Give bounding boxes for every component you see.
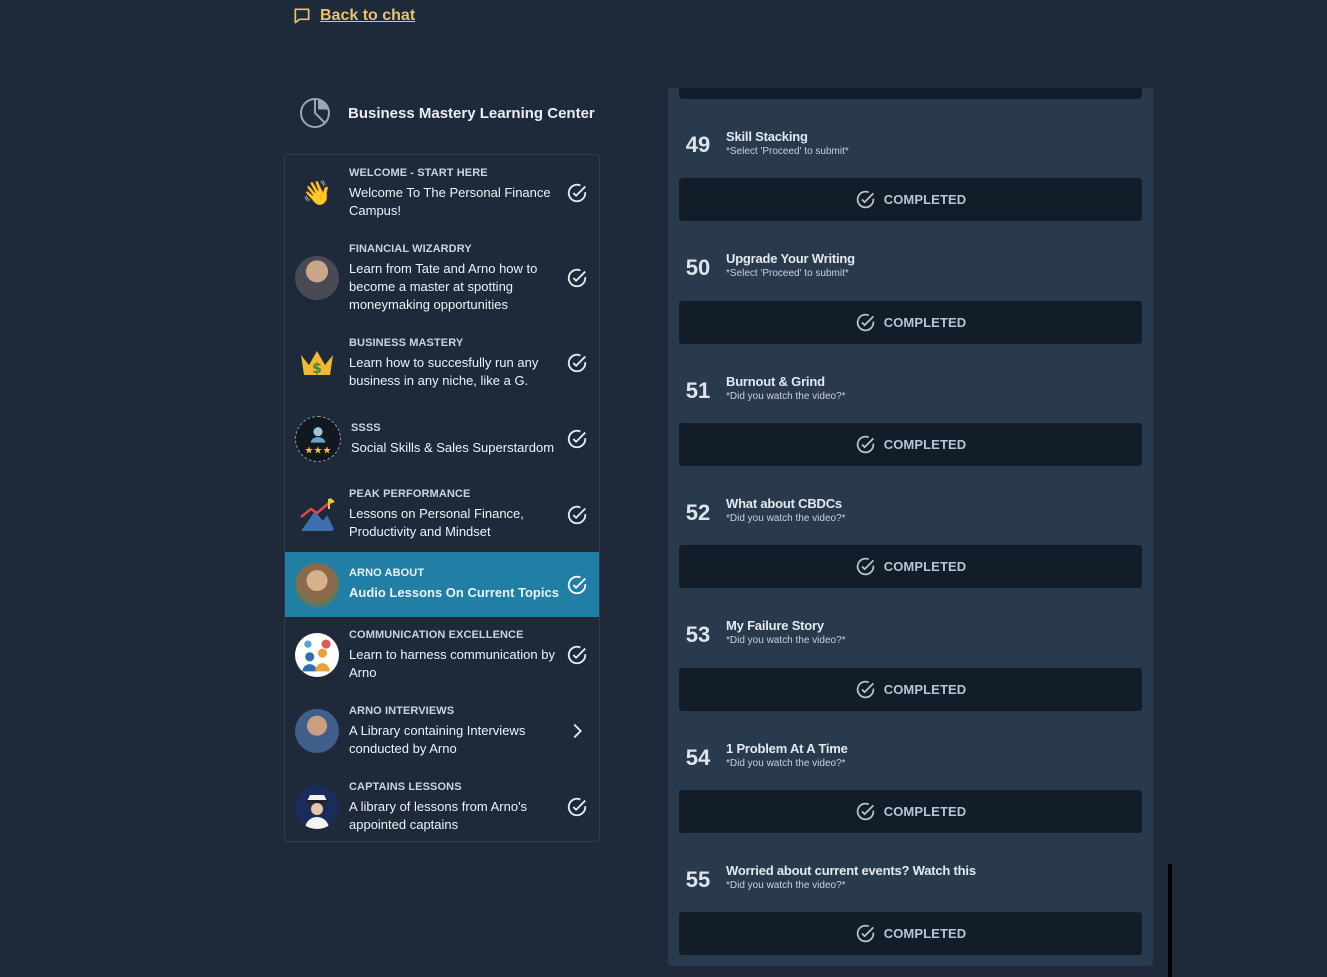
completed-button[interactable]: COMPLETED [679,545,1142,588]
course-desc: Social Skills & Sales Superstardom [351,439,555,455]
scrollbar-thumb[interactable] [1168,864,1172,977]
chat-bubble-icon [294,8,310,24]
lesson-number: 51 [685,378,711,403]
lesson-subtitle: *Did you watch the video?* [726,513,846,524]
check-circle-icon [856,435,874,454]
course-tag: COMMUNICATION EXCELLENCE [349,628,524,641]
lesson-title: What about CBDCs [726,496,842,511]
course-tag: BUSINESS MASTERY [349,336,464,349]
check-circle-icon [856,313,874,332]
course-tag: ARNO ABOUT [349,567,425,579]
lesson-subtitle: *Did you watch the video?* [726,635,846,646]
course-desc: A library of lessons from Arno's appoint… [349,798,528,832]
lesson-title: Worried about current events? Watch this [726,863,976,878]
pie-chart-icon [300,98,330,128]
course-tag: ARNO INTERVIEWS [349,704,455,717]
lesson-title: Upgrade Your Writing [726,251,855,266]
check-circle-icon [567,429,587,449]
course-desc: Welcome To The Personal Finance Campus! [349,184,551,218]
completed-label: COMPLETED [883,315,967,330]
check-circle-icon [567,353,587,373]
lesson-subtitle: *Did you watch the video?* [726,758,846,769]
check-circle-icon [856,190,874,209]
back-to-chat-label: Back to chat [320,7,416,24]
completed-label: COMPLETED [883,682,967,697]
course-peak-performance[interactable]: PEAK PERFORMANCE Lessons on Personal Fin… [285,477,599,552]
course-desc: Audio Lessons On Current Topics [349,585,559,600]
completed-button[interactable]: COMPLETED [679,790,1142,833]
lesson-subtitle: *Select 'Proceed' to submit* [726,268,849,279]
learning-center-title: Business Mastery Learning Center [348,104,595,122]
course-tag: WELCOME - START HERE [349,166,488,179]
check-circle-icon [856,557,874,576]
completed-button[interactable]: COMPLETED [679,178,1142,221]
tate-avatar [295,256,339,300]
arno-avatar [295,562,339,607]
check-circle-icon [567,575,587,594]
check-circle-icon [856,680,874,699]
course-welcome[interactable]: 👋 WELCOME - START HERE Welcome To The Pe… [285,155,599,231]
check-circle-icon [567,268,587,288]
course-tag: SSSS [351,421,381,434]
course-communication-excellence[interactable]: COMMUNICATION EXCELLENCE Learn to harnes… [285,617,599,693]
chat-people-icon [295,633,339,677]
lesson-title: Burnout & Grind [726,374,825,389]
completed-button[interactable]: COMPLETED [679,668,1142,711]
lesson-subtitle: *Did you watch the video?* [726,391,846,402]
lesson-number: 53 [685,622,711,647]
course-arno-interviews[interactable]: ARNO INTERVIEWS A Library containing Int… [285,693,599,769]
stars-person-icon: ★★★ [295,416,341,462]
completed-label: COMPLETED [883,804,967,819]
course-desc: Learn from Tate and Arno how to become a… [349,260,538,312]
check-circle-icon [856,802,874,821]
lesson-number: 49 [685,132,711,157]
check-circle-icon [856,924,874,943]
completed-button[interactable]: COMPLETED [679,912,1142,955]
course-desc: A Library containing Interviews conducte… [349,722,526,756]
completed-label: COMPLETED [883,926,967,941]
course-desc: Learn to harness communication by Arno [349,646,555,680]
arno-interview-avatar [295,709,339,753]
lesson-subtitle: *Select 'Proceed' to submit* [726,146,849,157]
learning-center-header: Business Mastery Learning Center [298,96,595,130]
course-arno-about[interactable]: ARNO ABOUT Audio Lessons On Current Topi… [285,552,599,617]
course-list: 👋 WELCOME - START HERE Welcome To The Pe… [284,154,600,842]
course-ssss[interactable]: ★★★ SSSS Social Skills & Sales Superstar… [285,401,599,477]
check-circle-icon [567,797,587,817]
check-circle-icon [567,645,587,665]
back-to-chat-link[interactable]: Back to chat [292,6,415,26]
lesson-number: 55 [685,867,711,892]
completed-label: COMPLETED [883,559,967,574]
completed-label: COMPLETED [883,192,967,207]
lesson-title: My Failure Story [726,618,824,633]
lesson-number: 52 [685,500,711,525]
crown-dollar-icon: $ [295,341,339,385]
completed-button[interactable]: COMPLETED [679,301,1142,344]
course-financial-wizardry[interactable]: FINANCIAL WIZARDRY Learn from Tate and A… [285,231,599,325]
course-tag: PEAK PERFORMANCE [349,488,471,500]
course-desc: Lessons on Personal Finance, Productivit… [349,506,524,539]
course-business-mastery[interactable]: $ BUSINESS MASTERY Learn how to succesfu… [285,325,599,401]
svg-text:★★★: ★★★ [305,446,332,457]
previous-completed-button[interactable] [679,88,1142,99]
check-circle-icon [567,183,587,203]
captain-icon [295,785,339,829]
lesson-subtitle: *Did you watch the video?* [726,880,846,891]
lesson-number: 50 [685,255,711,280]
lesson-title: 1 Problem At A Time [726,741,848,756]
chevron-right-icon [573,723,582,739]
completed-button[interactable]: COMPLETED [679,423,1142,466]
waving-hand-icon: 👋 [302,179,332,207]
lesson-title: Skill Stacking [726,129,808,144]
svg-text:$: $ [312,361,322,377]
course-tag: FINANCIAL WIZARDRY [349,242,472,255]
lesson-number: 54 [685,745,711,770]
course-tag: CAPTAINS LESSONS [349,780,462,793]
completed-label: COMPLETED [883,437,967,452]
check-circle-icon [567,505,587,524]
course-captains-lessons[interactable]: CAPTAINS LESSONS A library of lessons fr… [285,769,599,841]
mountain-chart-icon [295,493,339,537]
course-desc: Learn how to succesfully run any busines… [349,354,539,388]
